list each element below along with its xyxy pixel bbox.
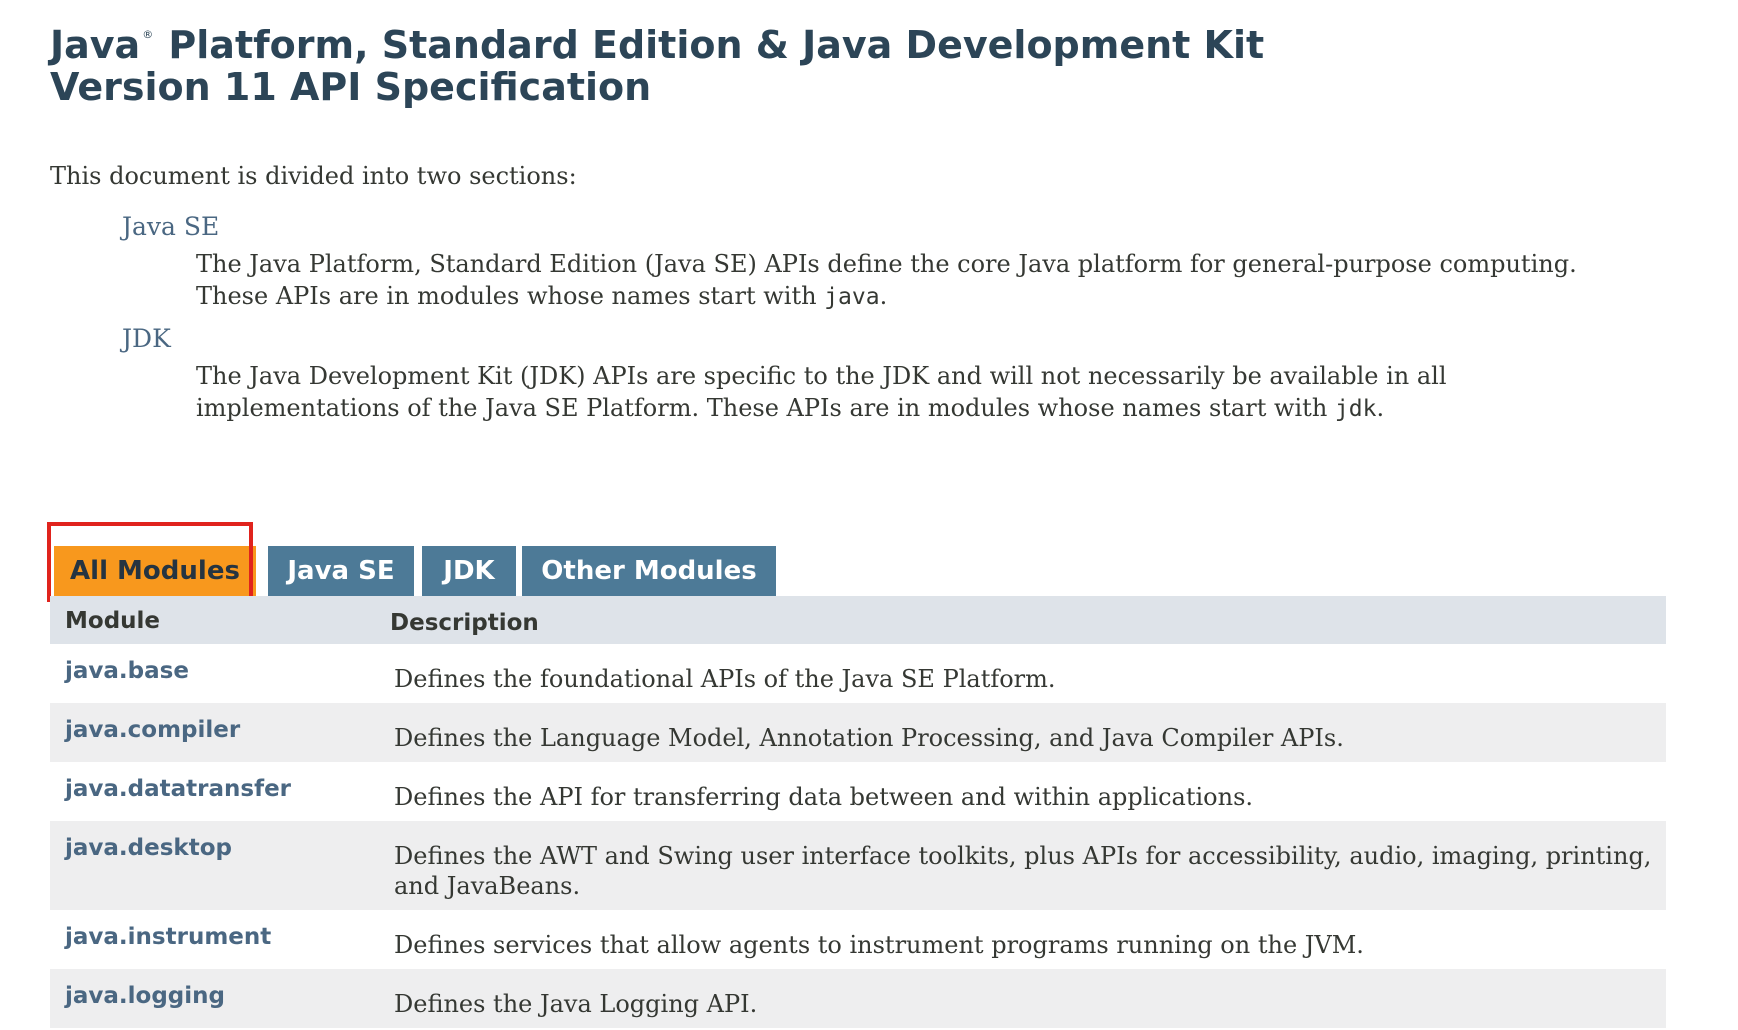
table-row: java.desktop Defines the AWT and Swing u… bbox=[50, 821, 1666, 910]
module-description: Defines the Java Logging API. bbox=[394, 990, 758, 1018]
tab-jdk[interactable]: JDK bbox=[422, 546, 516, 596]
module-description: Defines services that allow agents to in… bbox=[394, 931, 1364, 959]
title-version: Version 11 API Specification bbox=[50, 65, 652, 109]
table-row: java.instrument Defines services that al… bbox=[50, 910, 1666, 969]
section-term-java-se: Java SE bbox=[122, 212, 220, 241]
tab-java-se[interactable]: Java SE bbox=[268, 546, 414, 596]
section-desc-java-se: The Java Platform, Standard Edition (Jav… bbox=[196, 248, 1596, 313]
module-description: Defines the API for transferring data be… bbox=[394, 783, 1254, 811]
module-description: Defines the Language Model, Annotation P… bbox=[394, 724, 1344, 752]
intro-text: This document is divided into two sectio… bbox=[50, 162, 577, 190]
module-link-java-datatransfer[interactable]: java.datatransfer bbox=[65, 776, 291, 802]
section-desc-end: . bbox=[1376, 394, 1385, 422]
table-header-row: Module Description bbox=[50, 596, 1666, 644]
header-description: Description bbox=[390, 610, 539, 636]
section-desc-code: java bbox=[824, 284, 880, 310]
title-platform: Platform, Standard Edition & Java Develo… bbox=[155, 23, 1265, 67]
table-row: java.logging Defines the Java Logging AP… bbox=[50, 969, 1666, 1028]
section-desc-jdk: The Java Development Kit (JDK) APIs are … bbox=[196, 360, 1596, 425]
module-link-java-compiler[interactable]: java.compiler bbox=[65, 717, 240, 743]
table-row: java.base Defines the foundational APIs … bbox=[50, 644, 1666, 703]
registered-mark: ® bbox=[142, 28, 154, 41]
module-link-java-instrument[interactable]: java.instrument bbox=[65, 924, 271, 950]
api-spec-page: Java ® Platform, Standard Edition & Java … bbox=[47, 14, 1670, 1028]
module-description: Defines the AWT and Swing user interface… bbox=[394, 842, 1652, 900]
section-desc-text: The Java Development Kit (JDK) APIs are … bbox=[196, 362, 1447, 422]
tab-other-modules[interactable]: Other Modules bbox=[522, 546, 776, 596]
page-title: Java ® Platform, Standard Edition & Java … bbox=[50, 14, 1670, 108]
header-module: Module bbox=[65, 608, 161, 634]
section-desc-code: jdk bbox=[1334, 396, 1377, 422]
section-term-jdk: JDK bbox=[122, 324, 171, 353]
section-desc-end: . bbox=[879, 282, 888, 310]
module-link-java-logging[interactable]: java.logging bbox=[65, 983, 225, 1009]
tab-all-modules[interactable]: All Modules bbox=[54, 546, 256, 596]
module-link-java-base[interactable]: java.base bbox=[65, 658, 189, 684]
module-link-java-desktop[interactable]: java.desktop bbox=[65, 835, 232, 861]
module-description: Defines the foundational APIs of the Jav… bbox=[394, 665, 1056, 693]
table-row: java.compiler Defines the Language Model… bbox=[50, 703, 1666, 762]
table-row: java.datatransfer Defines the API for tr… bbox=[50, 762, 1666, 821]
title-java: Java bbox=[50, 23, 141, 67]
